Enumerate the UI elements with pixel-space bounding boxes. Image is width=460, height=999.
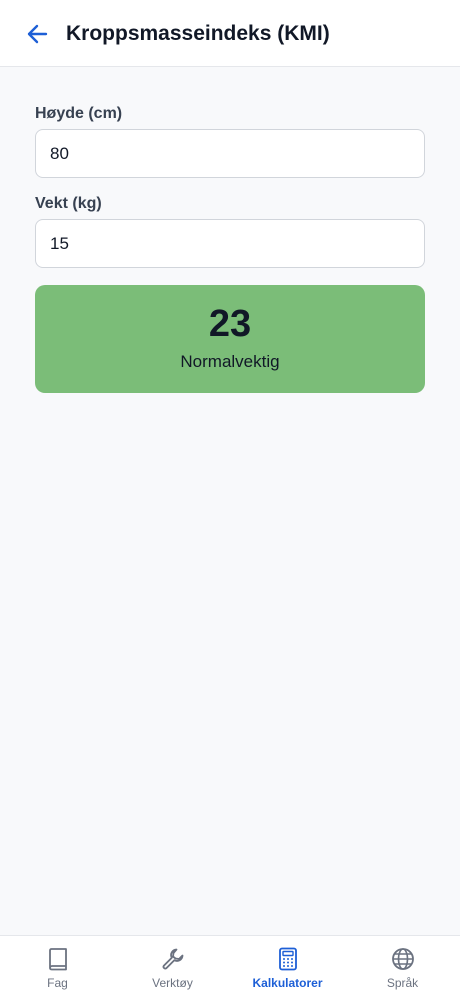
globe-icon [391, 948, 414, 970]
height-label: Høyde (cm) [35, 105, 123, 122]
back-button[interactable] [22, 20, 52, 48]
nav-item-verktoy[interactable]: Verktøy [115, 936, 230, 999]
calculator-icon [278, 947, 297, 971]
app-bar: Kroppsmasseindeks (KMI) [0, 0, 460, 67]
bmi-value: 23 [208, 303, 252, 345]
bmi-category: Normalvektig [180, 352, 280, 371]
arrow-left-icon [27, 24, 48, 44]
nav-label-sprak: Språk [386, 976, 419, 990]
nav-label-verktoy: Verktøy [152, 976, 193, 990]
bottom-nav: Fag Verktøy Kalkulatorer Språk [0, 935, 460, 999]
bmi-result-card: 23 Normalvektig [35, 285, 425, 393]
weight-label: Vekt (kg) [35, 195, 102, 212]
nav-item-kalkulatorer[interactable]: Kalkulatorer [230, 936, 345, 999]
height-input[interactable] [35, 129, 425, 178]
nav-label-fag: Fag [47, 976, 68, 990]
weight-input[interactable] [35, 219, 425, 268]
book-icon [48, 948, 67, 971]
page-title: Kroppsmasseindeks (KMI) [66, 22, 330, 45]
wrench-icon [162, 948, 183, 970]
nav-item-fag[interactable]: Fag [0, 936, 115, 999]
nav-item-sprak[interactable]: Språk [345, 936, 460, 999]
nav-label-kalkulatorer: Kalkulatorer [252, 976, 323, 990]
